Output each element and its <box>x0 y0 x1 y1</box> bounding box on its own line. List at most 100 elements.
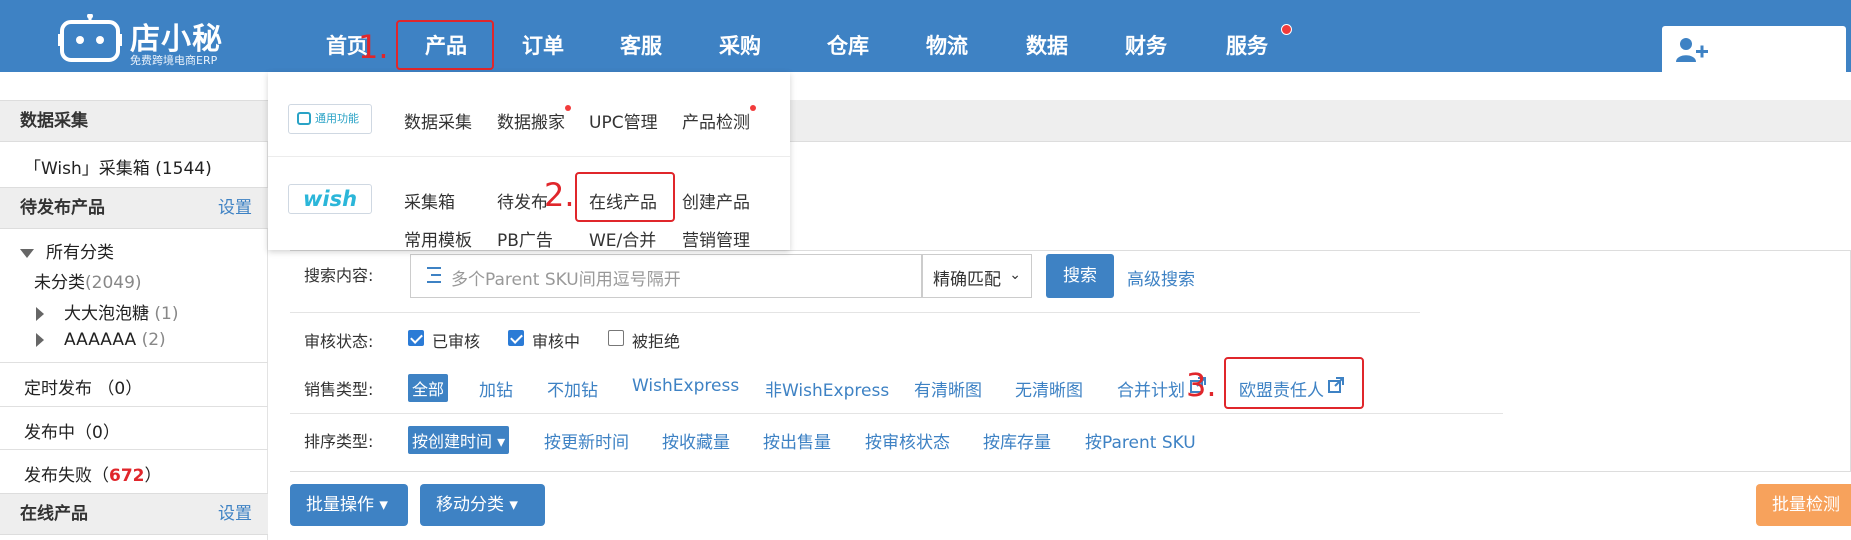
search-button[interactable]: 搜索 <box>1046 254 1114 298</box>
sidebar-item-label: 发布失败（ <box>24 466 109 486</box>
annotation-marker-2: 2. <box>544 176 575 214</box>
nav-logistics[interactable]: 物流 <box>926 30 968 60</box>
sort-by-parent-sku[interactable]: 按Parent SKU <box>1085 428 1196 453</box>
sales-label: 销售类型: <box>304 380 374 399</box>
products-dropdown-menu: 通用功能 数据采集 数据搬家 UPC管理 产品检测 wish 采集箱 待发布 在… <box>268 72 790 251</box>
sort-by-review-status[interactable]: 按审核状态 <box>865 428 950 453</box>
sidebar-item-scheduled[interactable]: 定时发布 （0） <box>24 374 142 399</box>
checkbox-rejected-label: 被拒绝 <box>632 332 681 351</box>
sidebar-section-pending: 待发布产品 设置 <box>0 187 268 229</box>
button-label: 移动分类 <box>436 495 504 515</box>
menu-item-marketing[interactable]: 营销管理 <box>682 226 750 251</box>
checkbox-rejected[interactable] <box>608 330 624 346</box>
add-user-icon <box>1676 38 1708 62</box>
sidebar-item-label: 大大泡泡糖 <box>64 304 149 324</box>
user-panel[interactable] <box>1662 26 1846 72</box>
sales-filter-wishexpress[interactable]: WishExpress <box>632 376 739 396</box>
sidebar-item-uncategorized[interactable]: 未分类(2049) <box>34 268 142 293</box>
menu-item-pb-ads[interactable]: PB广告 <box>497 226 553 251</box>
failed-count: 672 <box>109 466 145 486</box>
menu-item-pending[interactable]: 待发布 <box>497 188 548 213</box>
batch-check-button[interactable]: 批量检测 <box>1756 484 1851 526</box>
checkbox-approved[interactable] <box>408 330 424 346</box>
checkbox-reviewing-label: 审核中 <box>532 332 581 351</box>
sort-by-favorites[interactable]: 按收藏量 <box>662 428 730 453</box>
sidebar-item-label: 未分类 <box>34 273 85 293</box>
divider <box>0 449 268 450</box>
divider <box>290 312 1420 313</box>
move-category-button[interactable]: 移动分类 ▾ <box>420 484 545 526</box>
search-label: 搜索内容: <box>304 266 374 285</box>
menu-item-data-collect[interactable]: 数据采集 <box>404 108 472 133</box>
menu-item-templates[interactable]: 常用模板 <box>404 226 472 251</box>
brand-subtitle: 免费跨境电商ERP <box>130 54 218 67</box>
button-label: 批量检测 <box>1772 495 1840 515</box>
sales-filter-non-wishexpress[interactable]: 非WishExpress <box>765 376 889 401</box>
badge-label: 通用功能 <box>315 112 359 125</box>
sidebar-item-cat2[interactable]: AAAAAA (2) <box>36 330 166 350</box>
annotation-marker-1: 1. <box>358 28 389 66</box>
menu-item-create-product[interactable]: 创建产品 <box>682 188 750 213</box>
sales-filter-all[interactable]: 全部 <box>408 374 449 402</box>
nav-finance[interactable]: 财务 <box>1125 30 1167 60</box>
nav-purchase[interactable]: 采购 <box>719 30 761 60</box>
sidebar-item-publishing[interactable]: 发布中（0） <box>24 418 120 443</box>
sidebar-section-title: 待发布产品 <box>20 198 105 218</box>
advanced-search-link[interactable]: 高级搜索 <box>1127 265 1195 290</box>
expand-down-icon <box>20 248 34 258</box>
menu-item-upc-manage[interactable]: UPC管理 <box>589 108 658 133</box>
checkbox-reviewing[interactable] <box>508 330 524 346</box>
divider <box>268 156 790 157</box>
menu-item-product-check[interactable]: 产品检测 <box>682 108 750 133</box>
sidebar-item-cat1[interactable]: 大大泡泡糖 (1) <box>36 299 179 324</box>
sidebar-item-collect-box[interactable]: 「Wish」采集箱 (1544) <box>24 154 212 179</box>
sidebar-item-count: (2) <box>141 330 166 350</box>
nav-data[interactable]: 数据 <box>1026 30 1068 60</box>
nav-customer-service[interactable]: 客服 <box>620 30 662 60</box>
sidebar-item-all-categories[interactable]: 所有分类 <box>20 238 114 263</box>
caret-down-icon: ▾ <box>497 432 506 451</box>
divider <box>290 413 1503 414</box>
sidebar-item-label-end: ） <box>144 466 162 486</box>
match-type-select[interactable]: 精确匹配 ⌄ <box>922 254 1032 298</box>
sidebar-item-count: (1) <box>154 304 179 324</box>
online-setting-link[interactable]: 设置 <box>218 494 252 534</box>
sort-by-updated[interactable]: 按更新时间 <box>544 428 629 453</box>
sidebar-item-failed[interactable]: 发布失败（672） <box>24 461 162 486</box>
sidebar-section-online: 在线产品 设置 <box>0 493 268 535</box>
menu-item-data-move[interactable]: 数据搬家 <box>497 108 565 133</box>
nav-orders[interactable]: 订单 <box>522 30 564 60</box>
sales-filter-merge-plan[interactable]: 合并计划 <box>1117 376 1185 401</box>
divider <box>0 362 268 363</box>
match-type-value: 精确匹配 <box>933 270 1001 290</box>
nav-warehouse[interactable]: 仓库 <box>827 30 869 60</box>
logo[interactable]: 店小秘 免费跨境电商ERP <box>58 4 258 67</box>
sort-by-sales[interactable]: 按出售量 <box>763 428 831 453</box>
review-label: 审核状态: <box>304 332 374 351</box>
sidebar-item-label: AAAAAA <box>64 330 137 350</box>
sales-filter-no-clear-image[interactable]: 无清晰图 <box>1015 376 1083 401</box>
menu-item-we-merge[interactable]: WE/合并 <box>589 226 656 251</box>
sort-label: 排序类型: <box>304 432 374 451</box>
annotation-box-eu <box>1224 357 1364 409</box>
nav-services[interactable]: 服务 <box>1226 30 1268 60</box>
batch-operation-button[interactable]: 批量操作 ▾ <box>290 484 408 526</box>
general-functions-badge: 通用功能 <box>288 104 372 134</box>
annotation-marker-3: 3. <box>1186 366 1217 404</box>
pending-setting-link[interactable]: 设置 <box>218 188 252 228</box>
sales-filter-no-diamond[interactable]: 不加钻 <box>547 376 598 401</box>
menu-item-collect-box[interactable]: 采集箱 <box>404 188 455 213</box>
sort-active-label: 按创建时间 <box>412 432 493 451</box>
robot-icon <box>297 112 311 125</box>
search-input[interactable]: 多个Parent SKU间用逗号隔开 <box>410 254 922 298</box>
sort-by-stock[interactable]: 按库存量 <box>983 428 1051 453</box>
button-label: 批量操作 <box>306 495 374 515</box>
sales-filter-diamond[interactable]: 加钻 <box>479 376 513 401</box>
sales-filter-clear-image[interactable]: 有清晰图 <box>914 376 982 401</box>
robot-logo-icon <box>58 14 122 62</box>
new-dot <box>565 105 571 111</box>
list-icon <box>421 267 441 285</box>
chevron-down-icon: ⌄ <box>1009 267 1021 283</box>
sort-by-created[interactable]: 按创建时间 ▾ <box>408 426 510 454</box>
new-dot <box>750 105 756 111</box>
